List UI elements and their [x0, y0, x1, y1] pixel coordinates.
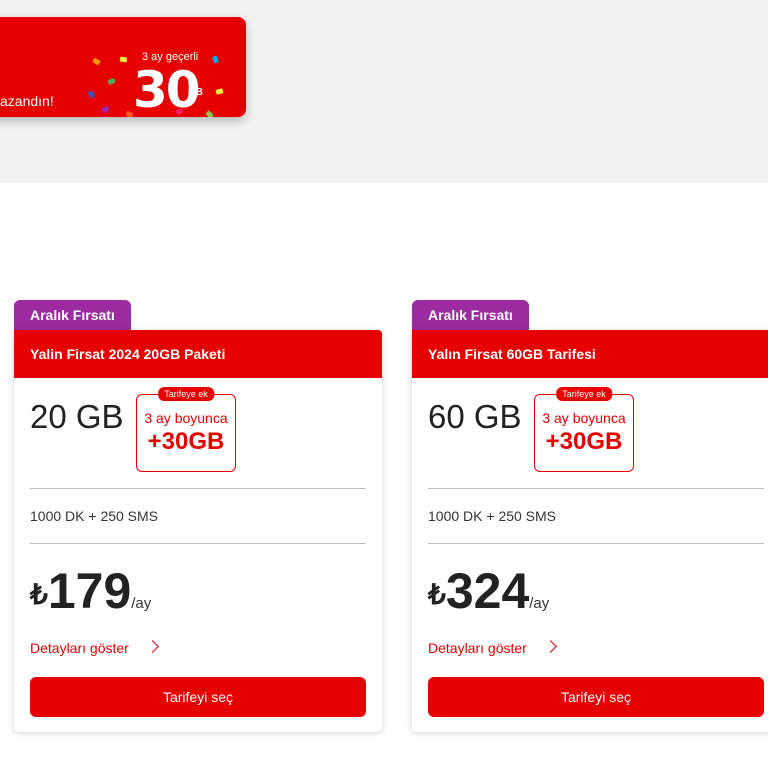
price: ₺179/ay — [30, 562, 151, 620]
plan-badge: Aralık Fırsatı — [14, 300, 131, 331]
bonus-tag: Tarifeye ek — [556, 387, 612, 401]
divider — [428, 488, 764, 489]
price-value: 324 — [445, 563, 530, 619]
plan-card-body: Yalin Firsat 2024 20GB Paketi 20 GB Tari… — [14, 330, 382, 732]
minutes-sms: 1000 DK + 250 SMS — [428, 508, 557, 524]
chevron-right-icon[interactable] — [146, 640, 159, 653]
banner-unit: GB — [188, 87, 203, 98]
bonus-amount: +30GB — [545, 428, 623, 455]
plan-title: Yalın Firsat 60GB Tarifesi — [412, 330, 768, 378]
confetti-decoration — [215, 88, 224, 95]
plan-card-body: Yalın Firsat 60GB Tarifesi 60 GB Tarifey… — [412, 330, 768, 732]
confetti-decoration — [107, 77, 116, 86]
bonus-duration: 3 ay boyunca — [144, 410, 228, 426]
select-plan-button[interactable]: Tarifeyi seç — [30, 677, 366, 717]
promo-banner[interactable]: azandın! 3 ay geçerli 30 GB — [0, 17, 246, 117]
price-period: /ay — [529, 595, 550, 612]
details-link[interactable]: Detayları göster — [428, 640, 527, 656]
confetti-decoration — [211, 55, 220, 64]
bonus-amount: +30GB — [147, 428, 225, 455]
details-link[interactable]: Detayları göster — [30, 640, 129, 656]
confetti-decoration — [87, 90, 96, 99]
currency-symbol: ₺ — [428, 579, 446, 610]
bonus-tag: Tarifeye ek — [158, 387, 214, 401]
price-value: 179 — [47, 563, 132, 619]
banner-message: azandın! — [0, 93, 54, 109]
price: ₺324/ay — [428, 562, 549, 620]
data-amount: 20 GB — [30, 398, 124, 435]
bonus-duration: 3 ay boyunca — [542, 410, 626, 426]
data-amount: 60 GB — [428, 398, 522, 435]
divider — [428, 543, 764, 544]
select-plan-button[interactable]: Tarifeyi seç — [428, 677, 764, 717]
confetti-decoration — [92, 57, 101, 66]
plan-title: Yalin Firsat 2024 20GB Paketi — [14, 330, 382, 378]
plan-badge: Aralık Fırsatı — [412, 300, 529, 331]
confetti-decoration — [101, 105, 110, 114]
bonus-box: Tarifeye ek 3 ay boyunca +30GB — [534, 387, 634, 472]
confetti-decoration — [119, 56, 128, 63]
divider — [30, 543, 366, 544]
bonus-box: Tarifeye ek 3 ay boyunca +30GB — [136, 387, 236, 472]
currency-symbol: ₺ — [30, 579, 48, 610]
confetti-decoration — [205, 110, 214, 117]
minutes-sms: 1000 DK + 250 SMS — [30, 508, 159, 524]
price-period: /ay — [131, 595, 152, 612]
divider — [30, 488, 366, 489]
chevron-right-icon[interactable] — [544, 640, 557, 653]
